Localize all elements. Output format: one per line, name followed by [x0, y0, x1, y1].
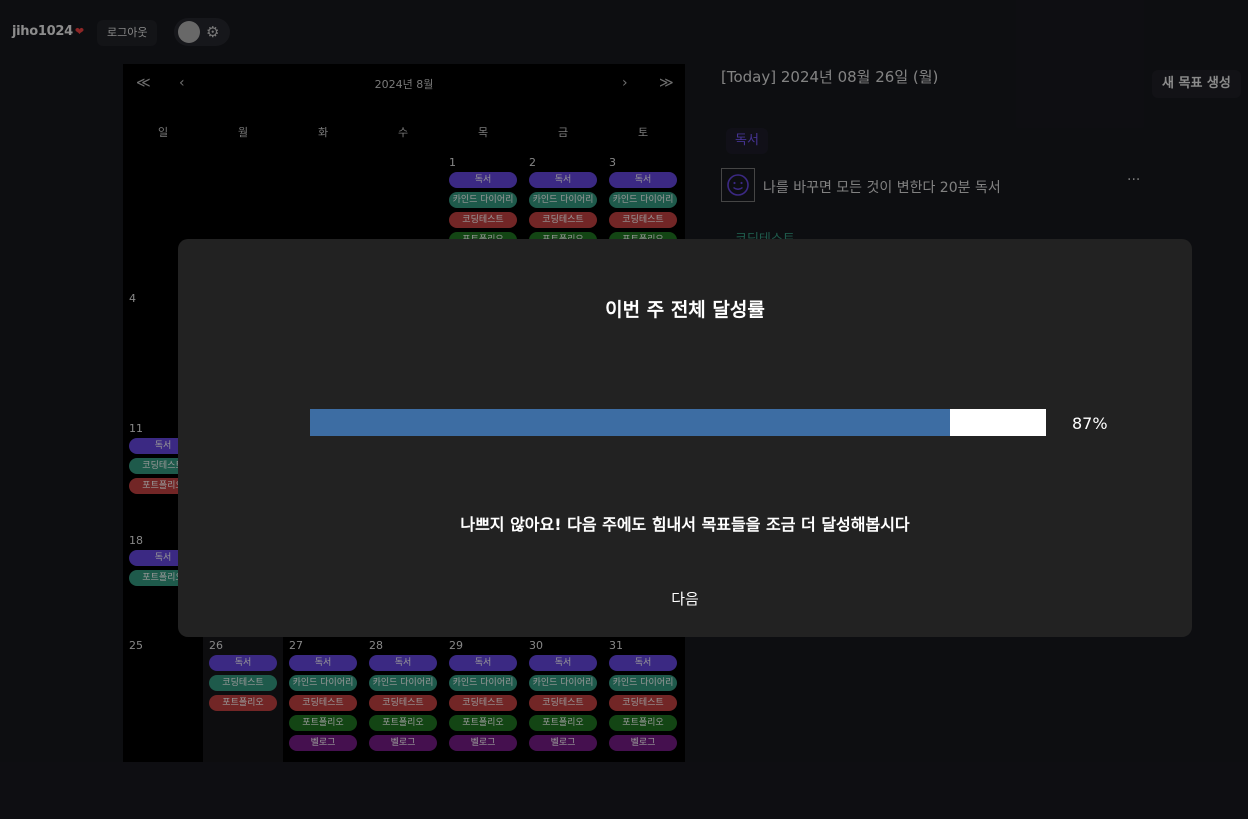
weekly-achievement-modal: 이번 주 전체 달성률 87% 나쁘지 않아요! 다음 주에도 힘내서 목표들을… [178, 239, 1192, 637]
modal-title: 이번 주 전체 달성률 [605, 299, 765, 321]
progress-percent: 87% [1072, 414, 1108, 433]
progress-fill [310, 409, 951, 436]
next-button[interactable]: 다음 [650, 585, 720, 613]
progress-bar [310, 409, 1046, 436]
modal-message: 나쁘지 않아요! 다음 주에도 힘내서 목표들을 조금 더 달성해봅시다 [460, 515, 910, 534]
